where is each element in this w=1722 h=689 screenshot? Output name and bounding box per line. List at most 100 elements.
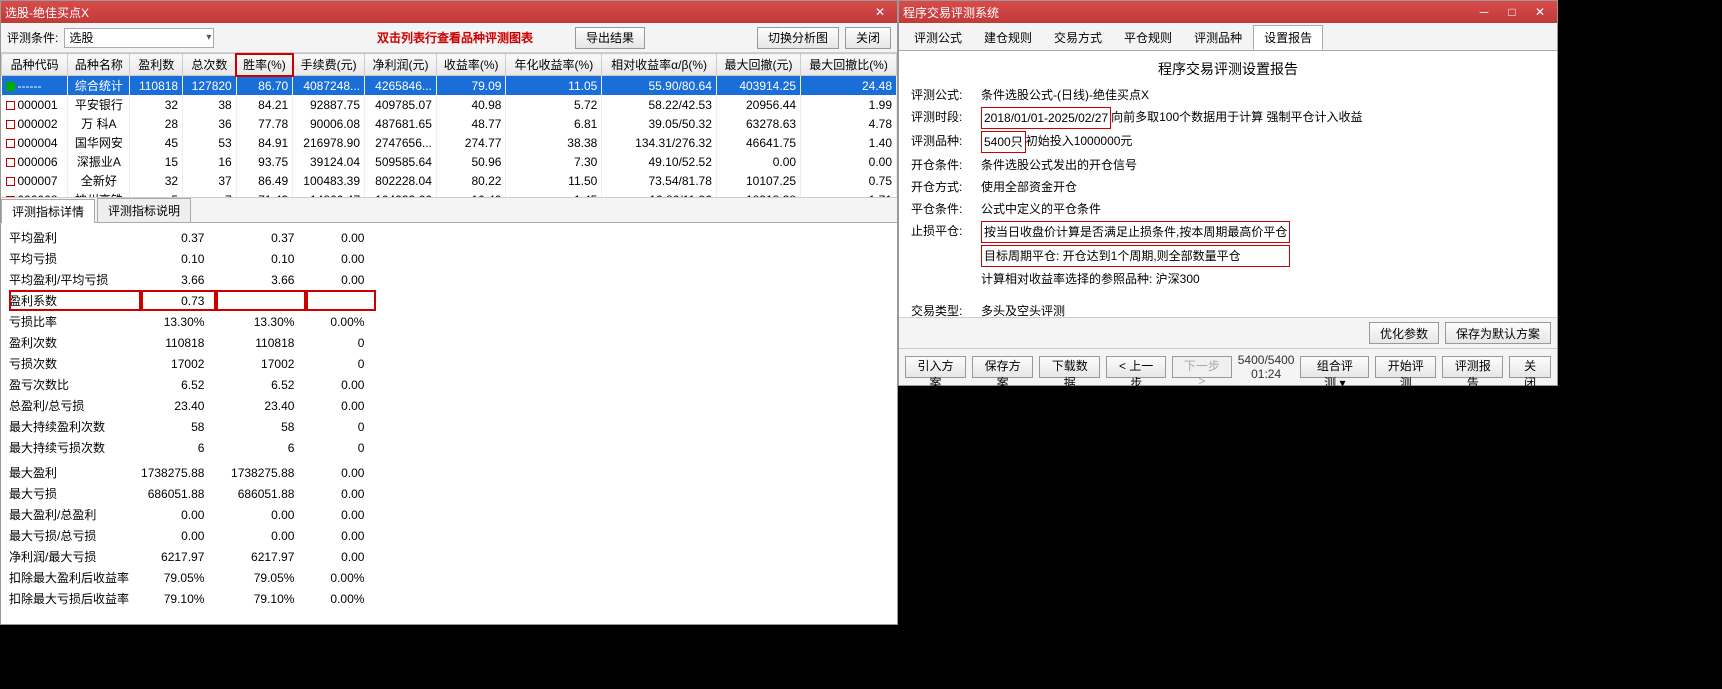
metric-row: 最大持续亏损次数660	[9, 437, 376, 458]
col-9[interactable]: 相对收益率α/β(%)	[602, 54, 717, 76]
metric-row: 平均亏损0.100.100.00	[9, 248, 376, 269]
cond-combo[interactable]: 选股 ▾	[64, 28, 214, 48]
save-default-button[interactable]: 保存为默认方案	[1445, 322, 1551, 344]
left-titlebar: 选股-绝佳买点X ✕	[1, 1, 897, 23]
value-openmode: 使用全部资金开仓	[981, 177, 1077, 197]
next-button: 下一步 >	[1172, 356, 1232, 378]
label-symbols: 评测品种:	[911, 131, 981, 153]
close-right-button[interactable]: 关闭	[1509, 356, 1551, 378]
col-10[interactable]: 最大回撤(元)	[716, 54, 800, 76]
report-tab-3[interactable]: 平仓规则	[1113, 25, 1183, 50]
label-period: 评测时段:	[911, 107, 981, 129]
chevron-down-icon: ▾	[206, 32, 211, 43]
report-body: 程序交易评测设置报告 评测公式:条件选股公式-(日线)-绝佳买点X 评测时段:2…	[899, 51, 1557, 317]
hint-text: 双击列表行查看品种评测图表	[377, 29, 533, 46]
label-closecond: 平仓条件:	[911, 199, 981, 219]
col-6[interactable]: 净利润(元)	[365, 54, 437, 76]
report-tabs: 评测公式建仓规则交易方式平仓规则评测品种设置报告	[899, 23, 1557, 51]
cond-label: 评测条件:	[7, 29, 58, 46]
metric-row: 盈亏次数比6.526.520.00	[9, 374, 376, 395]
value-tradetype: 多头及空头评测	[981, 301, 1065, 317]
report-tab-0[interactable]: 评测公式	[903, 25, 973, 50]
start-eval-button[interactable]: 开始评测	[1375, 356, 1436, 378]
cond-value: 选股	[69, 29, 93, 46]
metric-row: 最大持续盈利次数58580	[9, 416, 376, 437]
metrics-tabs: 评测指标详情 评测指标说明	[1, 198, 897, 223]
col-4[interactable]: 胜率(%)	[236, 54, 292, 76]
left-title: 选股-绝佳买点X	[5, 4, 89, 21]
download-button[interactable]: 下载数据	[1039, 356, 1100, 378]
value-stoploss-1: 按当日收盘价计算是否满足止损条件,按本周期最高价平仓	[981, 221, 1290, 243]
combo-eval-button[interactable]: 组合评测 ▾	[1300, 356, 1369, 378]
tab-explain[interactable]: 评测指标说明	[97, 198, 191, 222]
col-2[interactable]: 盈利数	[130, 54, 183, 76]
label-openmode: 开仓方式:	[911, 177, 981, 197]
optimize-button[interactable]: 优化参数	[1369, 322, 1439, 344]
table-row[interactable]: 000002万 科A283677.7890006.08487681.6548.7…	[2, 114, 897, 133]
col-1[interactable]: 品种名称	[68, 54, 130, 76]
metric-row: 亏损比率13.30%13.30%0.00%	[9, 311, 376, 332]
metric-row: 盈利次数1108181108180	[9, 332, 376, 353]
table-header[interactable]: 品种代码品种名称盈利数总次数胜率(%)手续费(元)净利润(元)收益率(%)年化收…	[2, 54, 897, 76]
results-table: 品种代码品种名称盈利数总次数胜率(%)手续费(元)净利润(元)收益率(%)年化收…	[1, 53, 897, 198]
label-opencond: 开仓条件:	[911, 155, 981, 175]
label-stoploss: 止损平仓:	[911, 221, 981, 289]
label-formula: 评测公式:	[911, 85, 981, 105]
col-7[interactable]: 收益率(%)	[436, 54, 506, 76]
metric-row: 平均盈利0.370.370.00	[9, 227, 376, 248]
metrics-panel: 平均盈利0.370.370.00平均亏损0.100.100.00平均盈利/平均亏…	[1, 223, 897, 624]
close-icon[interactable]: ✕	[1527, 3, 1553, 21]
value-period-extra: 向前多取100个数据用于计算 强制平仓计入收益	[1111, 107, 1362, 129]
value-closecond: 公式中定义的平仓条件	[981, 199, 1101, 219]
chevron-down-icon: ▾	[1340, 376, 1346, 390]
col-8[interactable]: 年化收益率(%)	[506, 54, 602, 76]
metric-row: 盈利系数0.73	[9, 290, 376, 311]
metric-row: 亏损次数17002170020	[9, 353, 376, 374]
report-title: 程序交易评测设置报告	[911, 59, 1545, 79]
close-button[interactable]: 关闭	[845, 27, 891, 49]
col-3[interactable]: 总次数	[183, 54, 237, 76]
metric-row: 最大亏损686051.88686051.880.00	[9, 483, 376, 504]
tab-detail[interactable]: 评测指标详情	[1, 199, 95, 223]
metric-row: 最大盈利1738275.881738275.880.00	[9, 462, 376, 483]
import-button[interactable]: 引入方案	[905, 356, 966, 378]
value-opencond: 条件选股公式发出的开仓信号	[981, 155, 1137, 175]
metric-row: 最大亏损/总亏损0.000.000.00	[9, 525, 376, 546]
report-button[interactable]: 评测报告	[1442, 356, 1503, 378]
label-tradetype: 交易类型:	[911, 301, 981, 317]
table-row[interactable]: 000001平安银行323884.2192887.75409785.0740.9…	[2, 95, 897, 114]
save-button[interactable]: 保存方案	[972, 356, 1033, 378]
metric-row: 净利润/最大亏损6217.976217.970.00	[9, 546, 376, 567]
export-button[interactable]: 导出结果	[575, 27, 645, 49]
table-row[interactable]: ------综合统计11081812782086.704087248...426…	[2, 76, 897, 96]
value-symbols-box: 5400只	[981, 131, 1026, 153]
value-benchmark: 计算相对收益率选择的参照品种: 沪深300	[981, 269, 1290, 289]
value-stoploss-2: 目标周期平仓: 开仓达到1个周期,则全部数量平仓	[981, 245, 1290, 267]
close-icon[interactable]: ✕	[867, 3, 893, 21]
metric-row: 扣除最大亏损后收益率79.10%79.10%0.00%	[9, 588, 376, 609]
table-row[interactable]: 000007全新好323786.49100483.39802228.0480.2…	[2, 171, 897, 190]
minimize-icon[interactable]: ─	[1471, 3, 1497, 21]
value-symbols-extra: 初始投入1000000元	[1026, 131, 1133, 153]
metric-row: 扣除最大盈利后收益率79.05%79.05%0.00%	[9, 567, 376, 588]
report-tab-4[interactable]: 评测品种	[1183, 25, 1253, 50]
switch-chart-button[interactable]: 切换分析图	[757, 27, 839, 49]
right-title: 程序交易评测系统	[903, 4, 999, 21]
table-row[interactable]: 000008神州高铁5771.4314866.47104033.6610.401…	[2, 190, 897, 198]
report-tab-2[interactable]: 交易方式	[1043, 25, 1113, 50]
table-row[interactable]: 000006深振业A151693.7539124.04509585.6450.9…	[2, 152, 897, 171]
maximize-icon[interactable]: □	[1499, 3, 1525, 21]
left-toolbar: 评测条件: 选股 ▾ 双击列表行查看品种评测图表 导出结果 切换分析图 关闭	[1, 23, 897, 53]
col-5[interactable]: 手续费(元)	[293, 54, 365, 76]
metric-row: 总盈利/总亏损23.4023.400.00	[9, 395, 376, 416]
col-0[interactable]: 品种代码	[2, 54, 68, 76]
report-tab-5[interactable]: 设置报告	[1253, 25, 1323, 50]
right-titlebar: 程序交易评测系统 ─ □ ✕	[899, 1, 1557, 23]
metric-row: 最大盈利/总盈利0.000.000.00	[9, 504, 376, 525]
table-row[interactable]: 000004国华网安455384.91216978.902747656...27…	[2, 133, 897, 152]
status-text: 5400/5400 01:24	[1238, 353, 1295, 381]
col-11[interactable]: 最大回撤比(%)	[801, 54, 897, 76]
value-period-box: 2018/01/01-2025/02/27	[981, 107, 1111, 129]
prev-button[interactable]: < 上一步	[1106, 356, 1166, 378]
report-tab-1[interactable]: 建仓规则	[973, 25, 1043, 50]
